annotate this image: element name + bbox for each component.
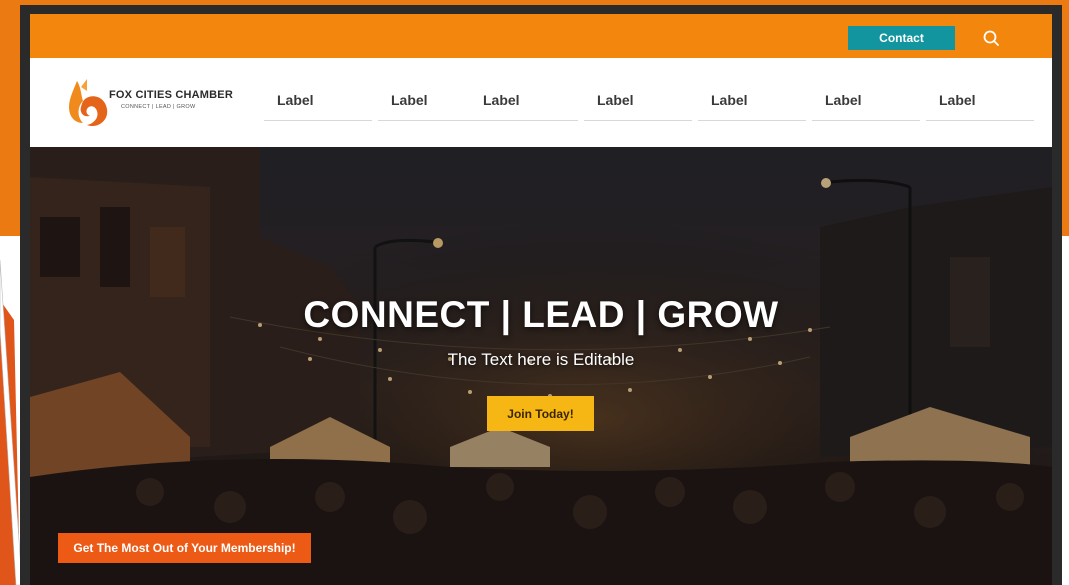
logo-tagline: CONNECT | LEAD | GROW xyxy=(121,104,196,110)
nav-item-3[interactable]: Label xyxy=(470,89,578,121)
membership-button[interactable]: Get The Most Out of Your Membership! xyxy=(58,533,311,563)
main-navigation: FOX CITIES CHAMBER CONNECT | LEAD | GROW… xyxy=(30,58,1052,147)
hero-subtitle: The Text here is Editable xyxy=(447,350,635,369)
nav-item-6[interactable]: Label xyxy=(812,89,920,121)
logo[interactable]: FOX CITIES CHAMBER CONNECT | LEAD | GROW xyxy=(63,75,263,135)
website-mockup: Contact FOX CITIES CHAMBER CONNECT | LEA… xyxy=(20,5,1062,585)
contact-button[interactable]: Contact xyxy=(848,26,955,50)
fox-logo-icon xyxy=(69,79,108,127)
nav-item-5[interactable]: Label xyxy=(698,89,806,121)
logo-name: FOX CITIES CHAMBER xyxy=(109,89,233,101)
hero-title: CONNECT | LEAD | GROW xyxy=(303,294,779,335)
hero-section: CONNECT | LEAD | GROW The Text here is E… xyxy=(30,147,1052,585)
search-icon[interactable] xyxy=(980,27,1002,49)
utility-bar: Contact xyxy=(30,14,1052,58)
nav-item-4[interactable]: Label xyxy=(584,89,692,121)
join-today-button[interactable]: Join Today! xyxy=(487,396,594,431)
nav-item-7[interactable]: Label xyxy=(926,89,1034,121)
nav-item-1[interactable]: Label xyxy=(264,89,372,121)
